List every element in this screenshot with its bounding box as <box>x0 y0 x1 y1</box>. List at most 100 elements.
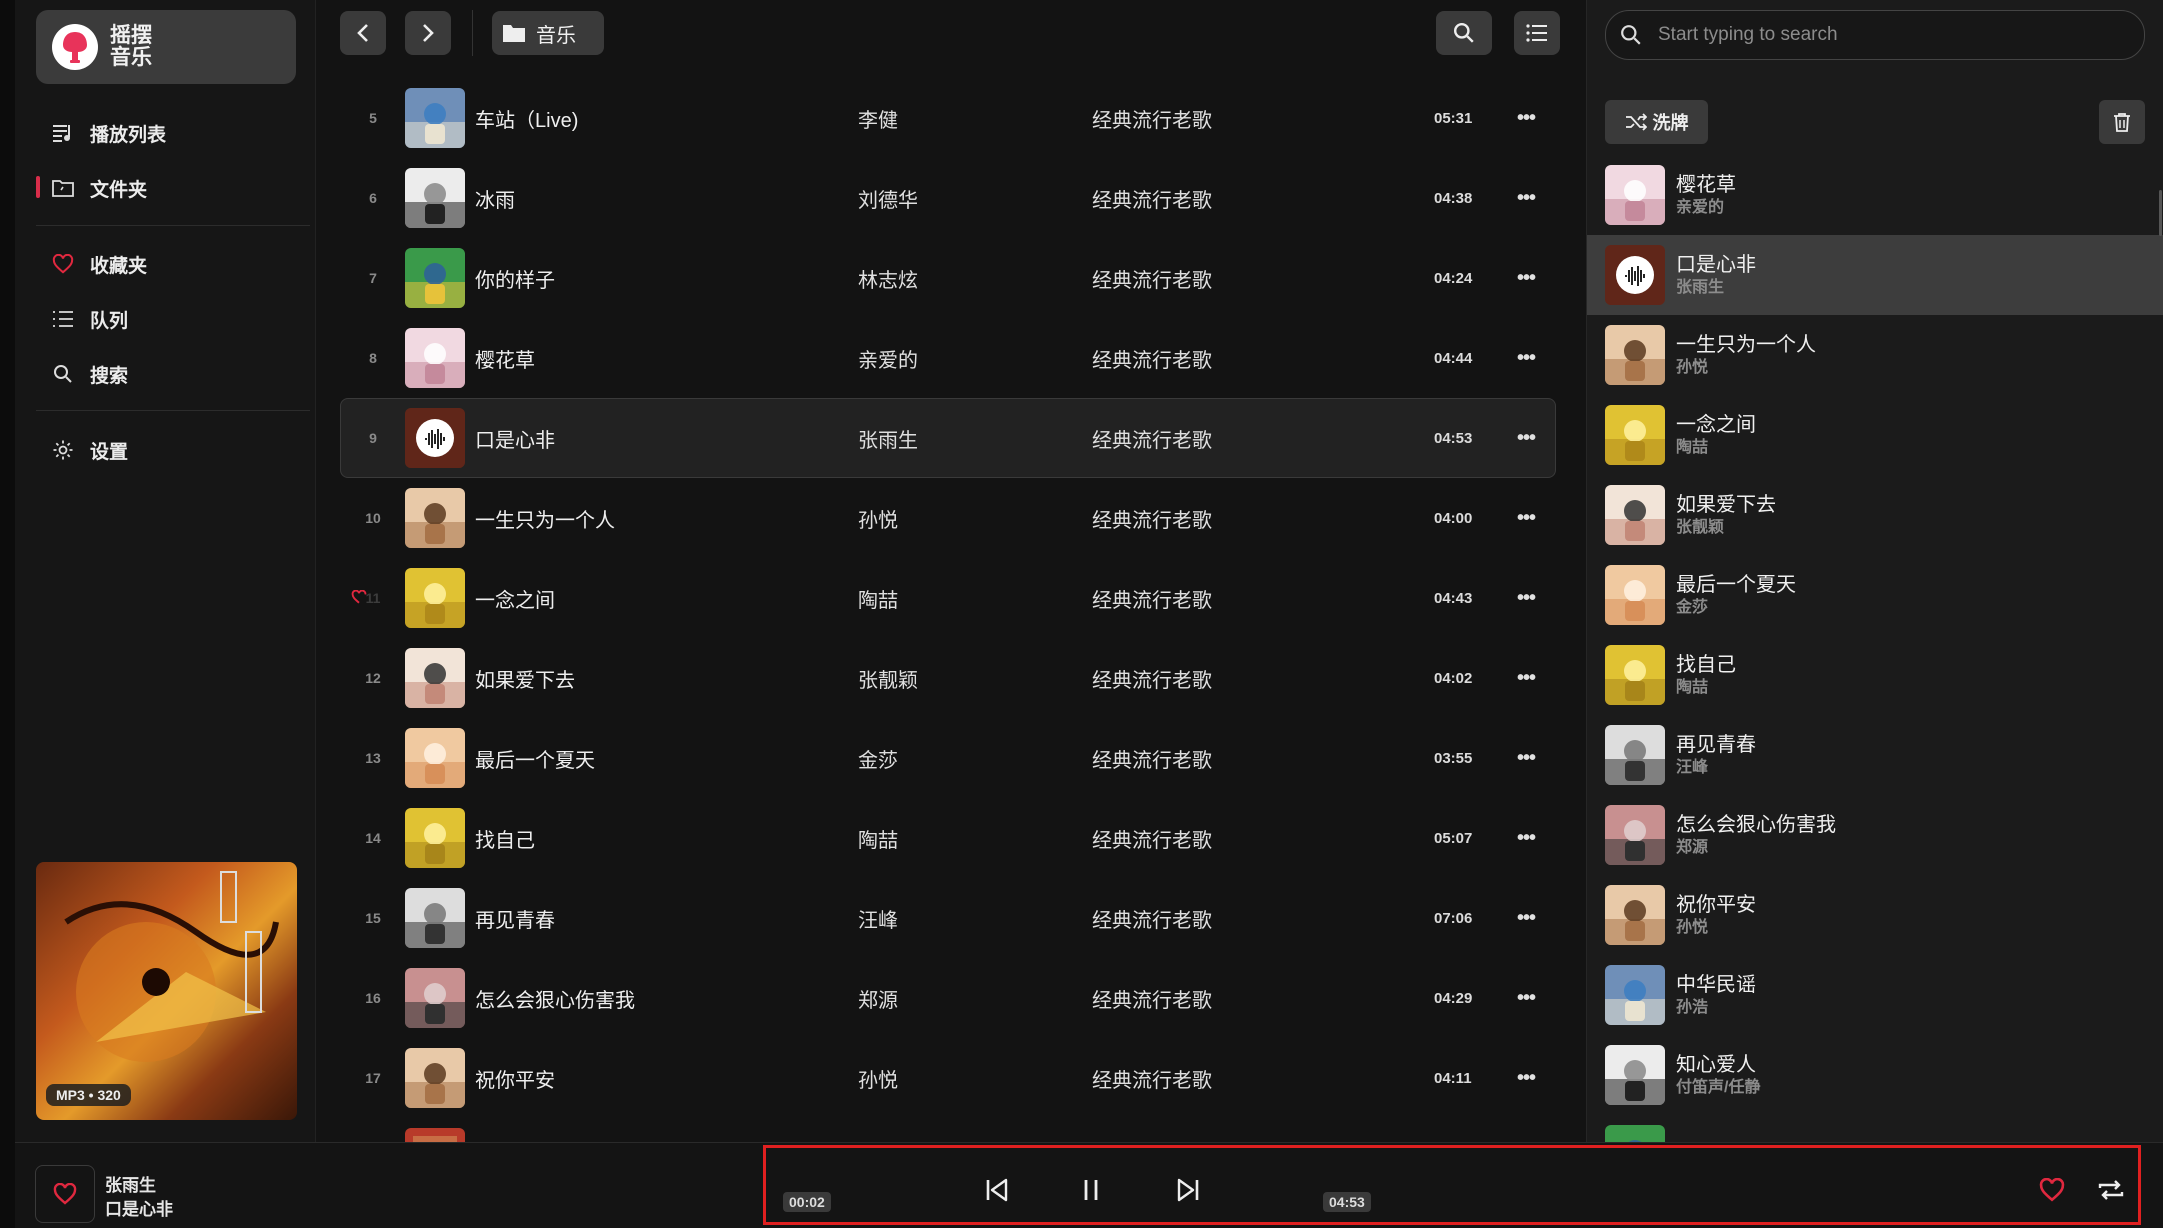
repeat-button[interactable] <box>2093 1172 2129 1208</box>
track-row[interactable]: 17 祝你平安 孙悦 经典流行老歌 04:11 ••• <box>340 1038 1556 1118</box>
queue-thumbnail <box>1605 645 1665 705</box>
track-row[interactable]: 9 口是心非 张雨生 经典流行老歌 04:53 ••• <box>340 398 1556 478</box>
list-view-button[interactable] <box>1514 11 1560 55</box>
clear-queue-button[interactable] <box>2099 100 2145 144</box>
track-artist[interactable]: 刘德华 <box>858 184 918 213</box>
track-artist[interactable]: 李健 <box>858 104 898 133</box>
sidebar-item-favorites[interactable]: 收藏夹 <box>51 244 147 284</box>
queue-item[interactable] <box>1587 1115 2163 1142</box>
next-button[interactable] <box>1170 1172 1206 1208</box>
track-thumbnail <box>405 88 465 148</box>
more-options-icon[interactable]: ••• <box>1517 347 1536 370</box>
queue-item[interactable]: 一生只为一个人 孙悦 <box>1587 315 2163 395</box>
track-artist[interactable]: 金莎 <box>858 744 898 773</box>
track-album[interactable]: 经典流行老歌 <box>1092 104 1212 133</box>
app-logo[interactable]: 摇摆 音乐 <box>36 10 296 84</box>
track-album[interactable]: 经典流行老歌 <box>1092 504 1212 533</box>
sidebar-item-queue[interactable]: 队列 <box>51 299 128 339</box>
track-duration: 04:44 <box>1434 349 1473 367</box>
search-input[interactable] <box>1658 24 2078 46</box>
more-options-icon[interactable]: ••• <box>1517 907 1536 930</box>
shuffle-button[interactable]: 洗牌 <box>1605 100 1708 144</box>
queue-thumbnail <box>1605 1125 1665 1142</box>
track-row[interactable]: 16 怎么会狠心伤害我 郑源 经典流行老歌 04:29 ••• <box>340 958 1556 1038</box>
track-album[interactable]: 经典流行老歌 <box>1092 904 1212 933</box>
track-row[interactable] <box>340 1118 1556 1142</box>
track-duration: 04:38 <box>1434 189 1473 207</box>
track-artist[interactable]: 汪峰 <box>858 904 898 933</box>
track-row[interactable]: 5 车站（Live) 李健 经典流行老歌 05:31 ••• <box>340 78 1556 158</box>
queue-scrollbar[interactable] <box>2159 190 2162 236</box>
pause-button[interactable] <box>1073 1172 1109 1208</box>
track-row[interactable]: 10 一生只为一个人 孙悦 经典流行老歌 04:00 ••• <box>340 478 1556 558</box>
more-options-icon[interactable]: ••• <box>1517 747 1536 770</box>
queue-item[interactable]: 口是心非 张雨生 <box>1587 235 2163 315</box>
track-album[interactable]: 经典流行老歌 <box>1092 424 1212 453</box>
track-artist[interactable]: 林志炫 <box>858 264 918 293</box>
more-options-icon[interactable]: ••• <box>1517 107 1536 130</box>
track-row[interactable]: 13 最后一个夏天 金莎 经典流行老歌 03:55 ••• <box>340 718 1556 798</box>
search-button[interactable] <box>1436 11 1492 55</box>
queue-item[interactable]: 知心爱人 付笛声/任静 <box>1587 1035 2163 1115</box>
more-options-icon[interactable]: ••• <box>1517 267 1536 290</box>
more-options-icon[interactable]: ••• <box>1517 667 1536 690</box>
track-artist[interactable]: 张靓颖 <box>858 664 918 693</box>
more-options-icon[interactable]: ••• <box>1517 827 1536 850</box>
queue-item-artist: 金莎 <box>1676 599 1709 616</box>
track-number-label: 9 <box>369 430 377 446</box>
more-options-icon[interactable]: ••• <box>1517 987 1536 1010</box>
track-artist[interactable]: 郑源 <box>858 984 898 1013</box>
track-album[interactable]: 经典流行老歌 <box>1092 344 1212 373</box>
more-options-icon[interactable]: ••• <box>1517 587 1536 610</box>
track-album[interactable]: 经典流行老歌 <box>1092 264 1212 293</box>
track-album[interactable]: 经典流行老歌 <box>1092 584 1212 613</box>
track-artist[interactable]: 张雨生 <box>858 424 918 453</box>
track-album[interactable]: 经典流行老歌 <box>1092 824 1212 853</box>
track-row[interactable]: 8 樱花草 亲爱的 经典流行老歌 04:44 ••• <box>340 318 1556 398</box>
more-options-icon[interactable]: ••• <box>1517 187 1536 210</box>
queue-item-artist: 陶喆 <box>1676 679 1709 696</box>
more-options-icon[interactable]: ••• <box>1517 1067 1536 1090</box>
queue-item[interactable]: 再见青春 汪峰 <box>1587 715 2163 795</box>
track-album[interactable]: 经典流行老歌 <box>1092 984 1212 1013</box>
more-options-icon[interactable]: ••• <box>1517 427 1536 450</box>
queue-item[interactable]: 如果爱下去 张靓颖 <box>1587 475 2163 555</box>
back-button[interactable] <box>340 11 386 55</box>
previous-button[interactable] <box>979 1172 1015 1208</box>
track-artist[interactable]: 孙悦 <box>858 504 898 533</box>
favorite-button[interactable] <box>35 1165 95 1223</box>
shuffle-icon <box>1625 113 1647 131</box>
queue-item[interactable]: 祝你平安 孙悦 <box>1587 875 2163 955</box>
track-row[interactable]: 6 冰雨 刘德华 经典流行老歌 04:38 ••• <box>340 158 1556 238</box>
queue-item[interactable]: 樱花草 亲爱的 <box>1587 155 2163 235</box>
queue-item[interactable]: 一念之间 陶喆 <box>1587 395 2163 475</box>
track-artist[interactable]: 陶喆 <box>858 824 898 853</box>
queue-item[interactable]: 最后一个夏天 金莎 <box>1587 555 2163 635</box>
queue-item[interactable]: 怎么会狠心伤害我 郑源 <box>1587 795 2163 875</box>
like-button[interactable] <box>2034 1172 2070 1208</box>
track-row[interactable]: 7 你的样子 林志炫 经典流行老歌 04:24 ••• <box>340 238 1556 318</box>
more-options-icon[interactable]: ••• <box>1517 507 1536 530</box>
sidebar-item-playlists[interactable]: 播放列表 <box>51 113 166 153</box>
track-number: 7 <box>341 270 405 286</box>
queue-item[interactable]: 找自己 陶喆 <box>1587 635 2163 715</box>
queue-search[interactable] <box>1605 10 2145 60</box>
forward-button[interactable] <box>405 11 451 55</box>
breadcrumb[interactable]: 音乐 <box>492 11 604 55</box>
track-album[interactable]: 经典流行老歌 <box>1092 744 1212 773</box>
sidebar-item-search[interactable]: 搜索 <box>51 354 128 394</box>
track-album[interactable]: 经典流行老歌 <box>1092 664 1212 693</box>
track-artist[interactable]: 陶喆 <box>858 584 898 613</box>
track-artist[interactable]: 亲爱的 <box>858 344 918 373</box>
queue-item[interactable]: 中华民谣 孙浩 <box>1587 955 2163 1035</box>
track-album[interactable]: 经典流行老歌 <box>1092 184 1212 213</box>
track-row[interactable]: 14 找自己 陶喆 经典流行老歌 05:07 ••• <box>340 798 1556 878</box>
track-row[interactable]: 11 一念之间 陶喆 经典流行老歌 04:43 ••• <box>340 558 1556 638</box>
track-album[interactable]: 经典流行老歌 <box>1092 1064 1212 1093</box>
track-row[interactable]: 12 如果爱下去 张靓颖 经典流行老歌 04:02 ••• <box>340 638 1556 718</box>
sidebar-item-folders[interactable]: 文件夹 <box>51 168 147 208</box>
track-row[interactable]: 15 再见青春 汪峰 经典流行老歌 07:06 ••• <box>340 878 1556 958</box>
now-playing-album-art[interactable]: MP3 • 320 <box>36 862 297 1120</box>
track-artist[interactable]: 孙悦 <box>858 1064 898 1093</box>
sidebar-item-settings[interactable]: 设置 <box>51 430 128 470</box>
